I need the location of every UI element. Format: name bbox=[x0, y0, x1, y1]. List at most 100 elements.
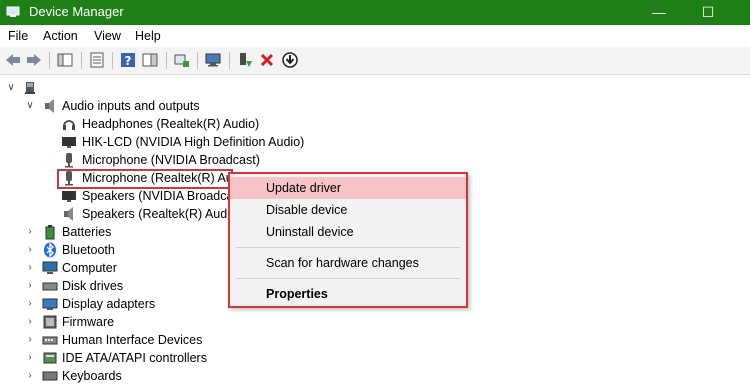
toolbar-separator bbox=[81, 52, 82, 69]
chevron-right-icon[interactable]: › bbox=[24, 349, 36, 367]
microphone-icon bbox=[65, 153, 73, 168]
uninstall-x-icon[interactable] bbox=[258, 51, 276, 69]
tree-item-label: Display adapters bbox=[62, 297, 156, 311]
tree-item-disk-drives[interactable]: › Disk drives bbox=[0, 277, 260, 295]
context-menu: Update driver Disable device Uninstall d… bbox=[228, 172, 468, 308]
tree-item-computer[interactable]: › Computer bbox=[0, 259, 260, 277]
menu-separator bbox=[236, 278, 460, 279]
show-hide-console-tree-icon[interactable] bbox=[56, 51, 74, 69]
menu-help[interactable]: Help bbox=[135, 29, 161, 43]
tree-item-label: Speakers (NVIDIA Broadcast bbox=[82, 189, 244, 203]
menu-item-label: Uninstall device bbox=[266, 225, 354, 239]
chevron-right-icon[interactable]: › bbox=[24, 241, 36, 259]
tree-item-batteries[interactable]: › Batteries bbox=[0, 223, 260, 241]
tree-item-speakers-nvidia[interactable]: Speakers (NVIDIA Broadcast bbox=[0, 187, 243, 205]
device-manager-icon bbox=[6, 6, 20, 17]
chevron-right-icon[interactable]: › bbox=[24, 277, 36, 295]
back-arrow-icon[interactable] bbox=[4, 51, 22, 69]
chevron-right-icon[interactable]: › bbox=[24, 313, 36, 331]
svg-text:?: ? bbox=[125, 54, 132, 68]
bluetooth-icon bbox=[44, 242, 56, 258]
computer-icon bbox=[42, 261, 58, 274]
monitor-icon[interactable] bbox=[204, 51, 222, 69]
menu-item-update-driver[interactable]: Update driver bbox=[230, 177, 466, 199]
menu-item-label: Disable device bbox=[266, 203, 348, 217]
menu-item-uninstall-device[interactable]: Uninstall device bbox=[230, 221, 466, 243]
toolbar-separator bbox=[112, 52, 113, 69]
tree-item-keyboards[interactable]: › Keyboards bbox=[0, 367, 260, 385]
menu-item-properties[interactable]: Properties bbox=[230, 283, 466, 305]
toolbar-separator bbox=[229, 52, 230, 69]
tree-item-label: Firmware bbox=[62, 315, 115, 329]
title-bar: Device Manager — ☐ bbox=[0, 0, 750, 25]
menu-item-scan-for-hardware-changes[interactable]: Scan for hardware changes bbox=[230, 252, 466, 274]
help-icon[interactable]: ? bbox=[119, 51, 137, 69]
tree-item-label: Audio inputs and outputs bbox=[62, 99, 200, 113]
tree-item-speakers-realtek[interactable]: Speakers (Realtek(R) Audio) bbox=[0, 205, 241, 223]
maximize-button[interactable]: ☐ bbox=[690, 2, 726, 22]
properties-icon[interactable] bbox=[88, 51, 106, 69]
tree-item-label: Disk drives bbox=[62, 279, 124, 293]
minimize-button[interactable]: — bbox=[641, 2, 677, 22]
chevron-right-icon[interactable]: › bbox=[24, 295, 36, 313]
chevron-right-icon[interactable]: › bbox=[24, 331, 36, 349]
chevron-down-icon[interactable]: ∨ bbox=[5, 79, 17, 97]
tree-item-label: Microphone (NVIDIA Broadcast) bbox=[82, 153, 260, 167]
monitor-icon bbox=[62, 191, 76, 202]
tree-root[interactable]: ∨ bbox=[0, 79, 200, 97]
computer-icon bbox=[25, 82, 35, 94]
menu-file[interactable]: File bbox=[8, 29, 28, 43]
tree-item-hik-lcd[interactable]: HIK-LCD (NVIDIA High Definition Audio) bbox=[0, 133, 320, 151]
menu-bar: File Action View Help bbox=[0, 25, 750, 47]
download-arrow-icon[interactable] bbox=[281, 51, 299, 69]
menu-action[interactable]: Action bbox=[43, 29, 78, 43]
display-adapter-icon bbox=[42, 298, 58, 310]
headphones-icon bbox=[63, 120, 75, 130]
action-pane-icon[interactable] bbox=[141, 51, 159, 69]
tree-item-audio-inputs-outputs[interactable]: ∨ Audio inputs and outputs bbox=[0, 97, 260, 115]
tree-item-label: Batteries bbox=[62, 225, 112, 239]
disk-drive-icon bbox=[42, 282, 58, 291]
tree-item-label: Headphones (Realtek(R) Audio) bbox=[82, 117, 260, 131]
tree-item-ide-ata-atapi-controllers[interactable]: › IDE ATA/ATAPI controllers bbox=[0, 349, 260, 367]
tree-item-firmware[interactable]: › Firmware bbox=[0, 313, 260, 331]
menu-separator bbox=[236, 247, 460, 248]
ide-controller-icon bbox=[43, 352, 57, 364]
chevron-right-icon[interactable]: › bbox=[24, 259, 36, 277]
battery-icon bbox=[45, 225, 55, 240]
tree-item-label: Computer bbox=[62, 261, 117, 275]
menu-item-label: Properties bbox=[266, 287, 328, 301]
chevron-right-icon[interactable]: › bbox=[24, 367, 36, 385]
menu-item-label: Update driver bbox=[266, 181, 342, 195]
monitor-icon bbox=[62, 137, 76, 148]
chevron-right-icon[interactable]: › bbox=[24, 223, 36, 241]
tree-item-label: Keyboards bbox=[62, 369, 122, 383]
toolbar: ? bbox=[0, 47, 750, 75]
firmware-icon bbox=[43, 315, 57, 329]
forward-arrow-icon[interactable] bbox=[25, 51, 43, 69]
tree-item-label: IDE ATA/ATAPI controllers bbox=[62, 351, 207, 365]
keyboard-icon bbox=[42, 371, 58, 381]
update-driver-icon[interactable] bbox=[236, 51, 254, 69]
chevron-down-icon[interactable]: ∨ bbox=[24, 97, 36, 115]
toolbar-separator bbox=[166, 52, 167, 69]
window-title: Device Manager bbox=[29, 4, 124, 19]
tree-item-human-interface-devices[interactable]: › Human Interface Devices bbox=[0, 331, 260, 349]
hid-icon bbox=[42, 336, 58, 345]
speaker-icon bbox=[64, 207, 73, 221]
tree-item-label: HIK-LCD (NVIDIA High Definition Audio) bbox=[82, 135, 305, 149]
tree-item-label: Bluetooth bbox=[62, 243, 115, 257]
toolbar-separator bbox=[197, 52, 198, 69]
tree-item-label: Speakers (Realtek(R) Audio) bbox=[82, 207, 242, 221]
menu-view[interactable]: View bbox=[94, 29, 121, 43]
speaker-icon bbox=[45, 99, 54, 113]
toolbar-separator bbox=[49, 52, 50, 69]
tree-item-display-adapters[interactable]: › Display adapters bbox=[0, 295, 260, 313]
scan-hardware-icon[interactable] bbox=[173, 51, 191, 69]
selected-device-highlight bbox=[57, 169, 233, 189]
tree-item-bluetooth[interactable]: › Bluetooth bbox=[0, 241, 260, 259]
tree-item-headphones-realtek[interactable]: Headphones (Realtek(R) Audio) bbox=[0, 115, 300, 133]
menu-item-disable-device[interactable]: Disable device bbox=[230, 199, 466, 221]
tree-item-label: Human Interface Devices bbox=[62, 333, 203, 347]
tree-item-microphone-nvidia[interactable]: Microphone (NVIDIA Broadcast) bbox=[0, 151, 300, 169]
